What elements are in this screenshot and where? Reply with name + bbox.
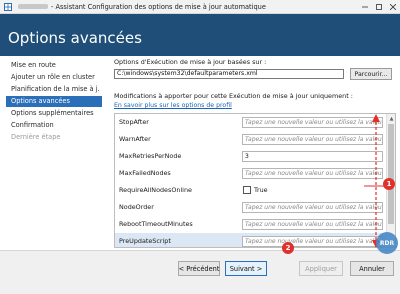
property-name: WarnAfter <box>119 135 151 143</box>
sidebar-item-planification[interactable]: Planification de la mise à j... <box>8 84 100 95</box>
redacted-server-name <box>18 4 48 9</box>
next-button[interactable]: Suivant > <box>225 261 267 276</box>
scrollbar-thumb[interactable] <box>388 124 394 224</box>
property-name: MaxFailedNodes <box>119 169 171 177</box>
property-name: RequireAllNodesOnline <box>119 186 192 194</box>
grid-row-maxretriespernode[interactable]: MaxRetriesPerNode 3 <box>115 148 387 165</box>
sidebar-item-mise-en-route[interactable]: Mise en route <box>8 60 100 71</box>
minimize-button[interactable] <box>358 0 372 14</box>
grid-row-warnafter[interactable]: WarnAfter Tapez une nouvelle valeur ou u… <box>115 131 387 148</box>
sidebar-item-derniere-etape: Dernière étape <box>11 133 61 141</box>
property-name: NodeOrder <box>119 203 154 211</box>
annotation-badge-2: 2 <box>282 242 294 254</box>
property-value-input[interactable]: 3 <box>242 151 383 162</box>
app-icon <box>4 2 12 11</box>
property-value-input[interactable]: Tapez une nouvelle valeur ou utilisez la… <box>242 117 383 128</box>
apply-button: Appliquer <box>299 261 343 276</box>
wizard-header: Options avancées <box>0 14 400 56</box>
browse-button[interactable]: Parcourir... <box>350 68 392 80</box>
grid-row-maxfailednodes[interactable]: MaxFailedNodes Tapez une nouvelle valeur… <box>115 165 387 182</box>
grid-row-stopafter[interactable]: StopAfter Tapez une nouvelle valeur ou u… <box>115 114 387 131</box>
sidebar-item-options-avancees[interactable]: Options avancées <box>6 96 102 107</box>
window-title-text: - Assistant Configuration des options de… <box>51 2 266 11</box>
annotation-badge-1: 1 <box>383 178 395 190</box>
window-title: - Assistant Configuration des options de… <box>18 3 266 11</box>
site-logo-icon: RDR <box>376 232 398 254</box>
maximize-button[interactable] <box>372 0 386 14</box>
scroll-annotation-arrow <box>372 114 380 248</box>
sidebar-item-ajouter-role[interactable]: Ajouter un rôle en cluster <box>8 72 100 83</box>
title-bar: - Assistant Configuration des options de… <box>0 0 400 14</box>
cancel-button[interactable]: Annuler <box>350 261 394 276</box>
property-name: MaxRetriesPerNode <box>119 152 182 160</box>
previous-button[interactable]: < Précédent <box>178 261 220 276</box>
property-value-input[interactable]: Tapez une nouvelle valeur ou utilisez la… <box>242 168 383 179</box>
close-button[interactable] <box>386 0 400 14</box>
properties-grid: StopAfter Tapez une nouvelle valeur ou u… <box>114 113 396 248</box>
profile-options-link[interactable]: En savoir plus sur les options de profil <box>114 102 232 109</box>
checkbox-label: True <box>254 186 268 194</box>
path-label: Options d'Exécution de mise à jour basée… <box>114 58 267 66</box>
modifications-label: Modifications à apporter pour cette Exéc… <box>114 92 353 100</box>
property-value-input[interactable]: Tapez une nouvelle valeur ou utilisez la… <box>242 236 383 247</box>
property-value-input[interactable]: Tapez une nouvelle valeur ou utilisez la… <box>242 134 383 145</box>
sidebar-item-confirmation[interactable]: Confirmation <box>8 120 100 131</box>
property-value-input[interactable]: Tapez une nouvelle valeur ou utilisez la… <box>242 202 383 213</box>
wizard-steps-sidebar: Mise en route Ajouter un rôle en cluster… <box>0 56 104 250</box>
property-name: RebootTimeoutMinutes <box>119 220 193 228</box>
main-content: Options d'Exécution de mise à jour basée… <box>108 56 400 250</box>
grid-row-nodeorder[interactable]: NodeOrder Tapez une nouvelle valeur ou u… <box>115 199 387 216</box>
property-name: PreUpdateScript <box>119 237 171 245</box>
grid-row-requireallnodesonline[interactable]: RequireAllNodesOnline True <box>115 182 387 199</box>
scroll-up-icon[interactable]: ▲ <box>387 114 395 123</box>
property-value-input[interactable]: Tapez une nouvelle valeur ou utilisez la… <box>242 219 383 230</box>
page-title: Options avancées <box>8 29 142 47</box>
window-controls <box>358 0 400 14</box>
grid-row-preupdatescript[interactable]: PreUpdateScript Tapez une nouvelle valeu… <box>115 233 387 247</box>
property-name: StopAfter <box>119 118 149 126</box>
wizard-footer: < Précédent Suivant > Appliquer Annuler <box>0 250 400 294</box>
grid-row-reboottimeoutminutes[interactable]: RebootTimeoutMinutes Tapez une nouvelle … <box>115 216 387 233</box>
parameters-file-input[interactable]: C:\windows\system32\defaultparameters.xm… <box>114 69 344 79</box>
require-all-nodes-checkbox[interactable] <box>243 186 251 194</box>
sidebar-item-options-supplementaires[interactable]: Options supplémentaires <box>8 108 100 119</box>
